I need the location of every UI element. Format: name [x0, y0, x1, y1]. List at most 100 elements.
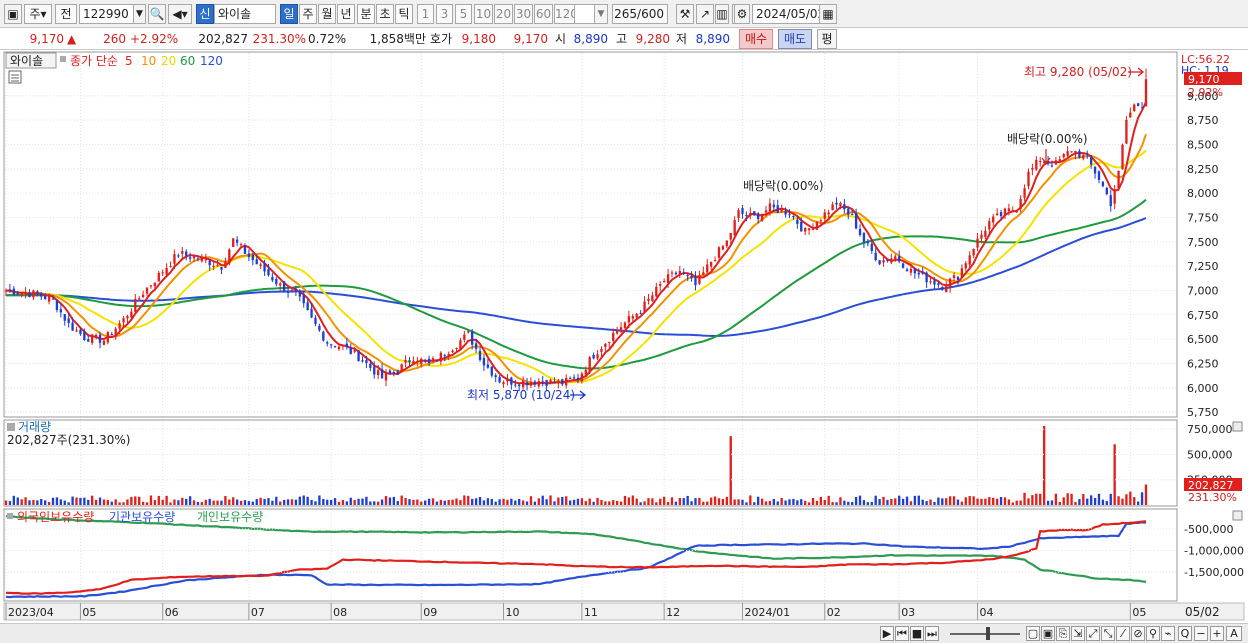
timeframe-year[interactable]: 년 — [337, 4, 355, 24]
drawing-icon[interactable]: ↗ — [696, 4, 714, 24]
candle-body — [1058, 159, 1061, 162]
candle-body — [181, 251, 184, 254]
search-icon[interactable]: 🔍 — [148, 4, 166, 24]
legend-ma120: 120 — [200, 54, 223, 68]
date-input[interactable]: 2024/05/02 — [752, 4, 820, 24]
volume-bar — [561, 496, 564, 505]
volume-toggle-icon[interactable]: ▥ — [715, 4, 729, 24]
candle-body — [396, 370, 399, 374]
volume-bar — [933, 501, 936, 505]
zoom-out-icon[interactable]: − — [1194, 626, 1208, 641]
code-dropdown-icon[interactable]: ▼ — [133, 4, 146, 24]
eval-button[interactable]: 평 — [817, 29, 837, 49]
volume-bar — [796, 500, 799, 505]
timeframe-month[interactable]: 월 — [318, 4, 336, 24]
candle-style-icon[interactable]: ⚒ — [676, 4, 694, 24]
buy-button[interactable]: 매수 — [739, 29, 773, 49]
volume-bar — [134, 496, 137, 505]
tool-icon-8[interactable]: ⊘ — [1131, 626, 1145, 641]
last-button[interactable]: ⏭ — [925, 626, 939, 641]
stock-name-field[interactable]: 와이솔 — [214, 4, 276, 24]
play-button[interactable]: ▶ — [880, 626, 894, 641]
price-tick-label: 6,000 — [1187, 382, 1219, 395]
tool-icon-1[interactable]: ▢ — [1026, 626, 1040, 641]
tool-icon-5[interactable]: ⤢ — [1086, 626, 1100, 641]
timeframe-week[interactable]: 주 — [299, 4, 317, 24]
timeframe-tick[interactable]: 틱 — [395, 4, 413, 24]
volume-bar — [1125, 494, 1128, 505]
tool-icon-4[interactable]: ⇲ — [1071, 626, 1085, 641]
interval-3[interactable]: 3 — [436, 4, 453, 24]
candle-body — [960, 268, 964, 278]
chart-menu-icon[interactable]: ▣ — [4, 4, 22, 24]
legend-individual: 개인보유수량 — [197, 510, 263, 524]
timeframe-second[interactable]: 초 — [376, 4, 394, 24]
settings-icon[interactable]: ⚙ — [734, 4, 750, 24]
interval-1[interactable]: 1 — [417, 4, 434, 24]
candle-body — [1027, 171, 1030, 187]
tool-icon-7[interactable]: ⁄ — [1116, 626, 1130, 641]
auto-scale-icon[interactable]: A — [1226, 626, 1242, 641]
price-tick-label: 8,250 — [1187, 163, 1219, 176]
volume-bar — [302, 495, 305, 505]
tool-icon-2[interactable]: ▣ — [1041, 626, 1055, 641]
interval-20[interactable]: 20 — [494, 4, 513, 24]
candle-body — [572, 377, 576, 379]
x-tick-label: 2023/04 — [8, 606, 54, 619]
prev-button[interactable]: 전 — [55, 4, 77, 24]
candle-body — [643, 301, 646, 313]
candle-body — [16, 292, 19, 295]
candle-body — [1144, 79, 1148, 107]
candle-body — [427, 358, 431, 364]
volume-pane-close-icon[interactable] — [1232, 421, 1243, 432]
candle-body — [788, 214, 791, 216]
interval-5[interactable]: 5 — [455, 4, 472, 24]
volume-bar — [47, 502, 51, 505]
candle-body — [948, 278, 952, 289]
volume-bar — [549, 495, 552, 505]
zoom-in-icon[interactable]: + — [1210, 626, 1224, 641]
timeframe-day[interactable]: 일 — [280, 4, 298, 24]
candle-body — [130, 311, 133, 318]
interval-10[interactable]: 10 — [474, 4, 493, 24]
volume-bar — [486, 498, 490, 505]
volume-bar — [784, 500, 787, 505]
tool-icon-9[interactable]: ⚲ — [1146, 626, 1160, 641]
holdings-pane-close-icon[interactable] — [1232, 510, 1243, 521]
zoom-slider[interactable] — [950, 633, 1020, 635]
up-arrow-icon: ▲ — [67, 32, 77, 46]
first-button[interactable]: ⏮ — [895, 626, 909, 641]
candle-body — [36, 291, 39, 294]
candle-body — [1054, 160, 1058, 165]
volume-bar — [1039, 493, 1042, 505]
sell-button[interactable]: 매도 — [778, 29, 812, 49]
tool-icon-6[interactable]: ⤡ — [1101, 626, 1115, 641]
candle-body — [992, 216, 995, 223]
volume-bar — [600, 500, 603, 505]
timeframe-minute[interactable]: 분 — [357, 4, 375, 24]
candle-body — [565, 377, 568, 386]
count-field[interactable]: 265/600 — [612, 4, 668, 24]
volume-bar — [815, 500, 819, 505]
zoom-search-icon[interactable]: Q — [1178, 626, 1192, 641]
speaker-icon[interactable]: ◀▾ — [168, 4, 192, 24]
interval-30[interactable]: 30 — [514, 4, 533, 24]
interval-dropdown-icon[interactable]: ▼ — [594, 4, 608, 24]
volume-bar — [24, 497, 27, 505]
candle-body — [988, 221, 991, 230]
candle-body — [847, 208, 850, 215]
zoom-slider-handle[interactable] — [986, 627, 990, 640]
stock-code-input[interactable]: 122990 — [79, 4, 134, 24]
volume-bar — [161, 499, 164, 505]
candle-body — [545, 379, 548, 386]
interval-60[interactable]: 60 — [534, 4, 553, 24]
period-select[interactable]: 주▾ — [24, 4, 52, 24]
stop-button[interactable]: ■ — [910, 626, 924, 641]
volume-bar — [1031, 495, 1034, 505]
calendar-icon[interactable]: ▦ — [819, 4, 837, 24]
tool-icon-3[interactable]: ⎘ — [1056, 626, 1070, 641]
interval-120[interactable]: 120 — [554, 4, 576, 24]
x-tick-label: 02 — [827, 606, 841, 619]
volume-bar — [764, 501, 768, 505]
tool-icon-10[interactable]: ⌁ — [1161, 626, 1175, 641]
